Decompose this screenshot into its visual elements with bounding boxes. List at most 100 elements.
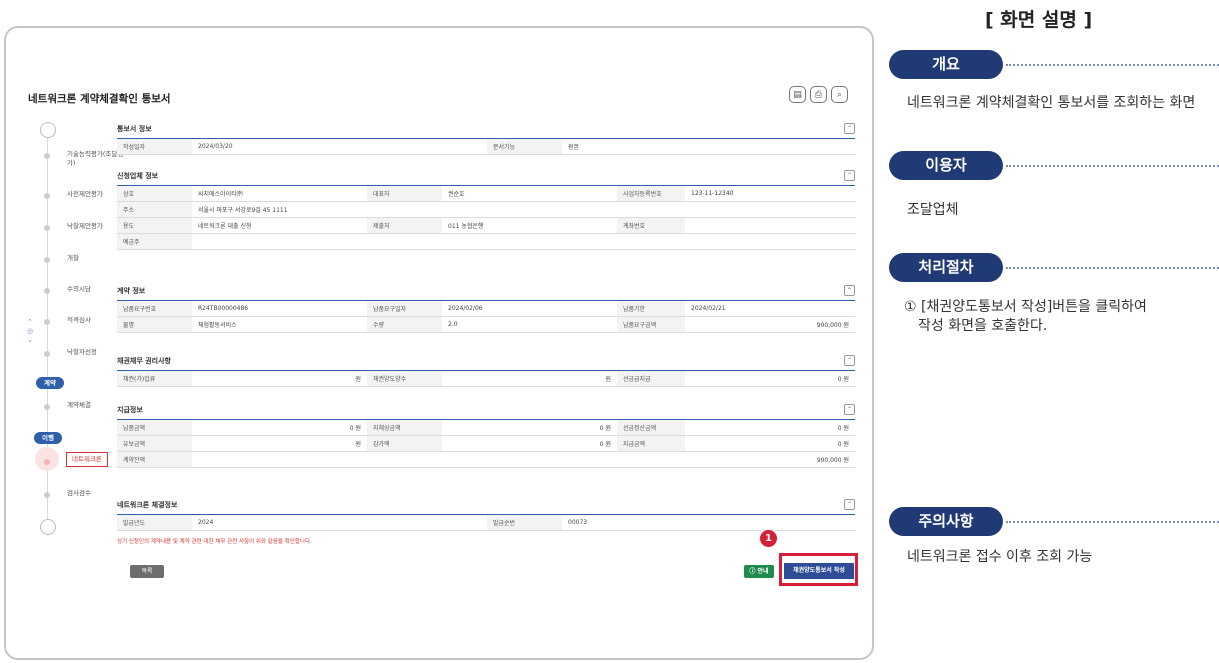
process-text-line: ① [채권양도통보서 작성]버튼을 클릭하여 <box>904 299 1147 315</box>
chevron-down-icon[interactable]: ⌄ <box>24 336 36 345</box>
active-step-label[interactable]: 네트워크론 <box>66 452 108 467</box>
table-row: 채권(가)압류 원 채권양도양수 원 선금급지급 0 원 <box>117 370 855 387</box>
write-assignment-notice-button[interactable]: 채권양도통보서 작성 <box>784 563 854 579</box>
dotted-divider <box>1006 64 1219 66</box>
table-cell: 0 원 <box>685 435 855 452</box>
table-cell: 납품요구번호 <box>117 300 192 317</box>
step-dot <box>44 492 50 498</box>
table-cell: 서울시 마포구 서강로9길 45 1111 <box>192 201 855 218</box>
mouse-icon: ◎ <box>26 327 34 335</box>
step-item[interactable]: 사전제안평가 <box>44 190 125 199</box>
step-scroll-control[interactable]: ⌃ ◎ ⌄ <box>24 318 36 345</box>
table-cell: 발급년도 <box>117 514 192 531</box>
table-cell: 채권양도양수 <box>367 370 442 387</box>
table-cell: 채권(가)압류 <box>117 370 192 387</box>
section-title: 네트워크론 체결정보 <box>117 501 178 509</box>
table-cell: 수량 <box>367 316 442 333</box>
table-cell <box>192 233 855 250</box>
table-cell: 작성일자 <box>117 138 192 155</box>
loan-confirm-note: 상기 신청인의 계약내용 및 계약 관련 대한 채무 관련 사항이 위와 같음을… <box>117 539 312 545</box>
table-cell: 주소 <box>117 201 192 218</box>
table-cell: 납품금액 <box>117 419 192 436</box>
dotted-divider <box>1006 165 1219 167</box>
table-cell: 권순호 <box>442 185 617 202</box>
section-loan: 네트워크론 체결정보 ⌃ 발급년도 2024 발급순번 00073 상기 신청인… <box>117 499 855 545</box>
section-rights: 채권채무 권리사항 ⌃ 채권(가)압류 원 채권양도양수 원 선금급지급 0 원 <box>117 355 855 387</box>
step-item[interactable]: 계약체결 <box>44 401 125 410</box>
table-row: 작성일자 2024/03/20 문서기능 원본 <box>117 138 855 155</box>
step-item[interactable]: 검사검수 <box>44 489 125 498</box>
table-cell: 제출처 <box>367 217 442 234</box>
company-table: 상호 씨지에스아이티㈜ 대표자 권순호 사업자등록번호 123-11-12340… <box>117 185 855 250</box>
process-text: ① [채권양도통보서 작성]버튼을 클릭하여 작성 화면을 호출한다. <box>904 298 1219 336</box>
step-item[interactable]: 기술능력평가(조달평가) <box>44 150 125 168</box>
print-icon[interactable]: ⎙ <box>810 86 827 103</box>
step-number-badge: 1 <box>760 530 777 547</box>
section-title: 통보서 정보 <box>117 125 152 133</box>
phase-badge-contract: 계약 <box>36 377 64 389</box>
step-item-active[interactable] <box>44 456 50 465</box>
collapse-icon[interactable]: ⌃ <box>844 499 855 510</box>
section-title: 채권채무 권리사항 <box>117 357 171 365</box>
print-preview-icon[interactable]: ▤ <box>789 86 806 103</box>
contract-table: 납품요구번호 R24TB00000486 납품요구일자 2024/02/06 납… <box>117 300 855 333</box>
table-cell: 지급금액 <box>617 435 685 452</box>
table-cell: 0 원 <box>442 419 617 436</box>
table-cell: 2024/02/06 <box>442 300 617 317</box>
chevron-up-icon[interactable]: ⌃ <box>24 318 36 327</box>
step-label: 검사검수 <box>67 489 91 497</box>
steps-end-circle <box>40 519 56 535</box>
table-row: 계약잔액 900,000 원 <box>117 451 855 468</box>
section-title: 신청업체 정보 <box>117 172 159 180</box>
step-dot <box>44 459 50 465</box>
table-cell: 2024/03/20 <box>192 138 487 155</box>
page-title: 네트워크론 계약체결확인 통보서 <box>28 93 171 105</box>
top-icon-group: ▤ ⎙ ⌕ <box>789 86 848 103</box>
table-cell: 대표자 <box>367 185 442 202</box>
table-cell: 0 원 <box>442 435 617 452</box>
user-label: 이용자 <box>889 151 1003 180</box>
zoom-icon[interactable]: ⌕ <box>831 86 848 103</box>
step-dot <box>44 404 50 410</box>
collapse-icon[interactable]: ⌃ <box>844 285 855 296</box>
table-cell: 선금급지급 <box>617 370 685 387</box>
table-cell: 상호 <box>117 185 192 202</box>
step-item[interactable]: 개찰 <box>44 254 125 263</box>
collapse-icon[interactable]: ⌃ <box>844 123 855 134</box>
phase-badge-performance: 이행 <box>34 432 62 444</box>
steps-start-circle <box>40 122 56 138</box>
overview-label: 개요 <box>889 50 1003 79</box>
section-title: 지급정보 <box>117 406 143 414</box>
step-dot <box>44 153 50 159</box>
table-cell: 발급순번 <box>487 514 562 531</box>
table-row: 용도 네트워크론 대출 신청 제출처 011 농협은행 계좌번호 <box>117 217 855 234</box>
step-item[interactable]: 적격심사 <box>44 316 125 325</box>
collapse-icon[interactable]: ⌃ <box>844 170 855 181</box>
loan-table: 발급년도 2024 발급순번 00073 <box>117 514 855 531</box>
step-dot <box>44 193 50 199</box>
table-cell: 계좌번호 <box>617 217 685 234</box>
table-row: 납품금액 0 원 지체상금액 0 원 선금정산금액 0 원 <box>117 419 855 436</box>
process-text-line: 작성 화면을 호출한다. <box>918 318 1048 334</box>
step-label: 개찰 <box>67 254 79 262</box>
process-label: 처리절차 <box>889 253 1003 282</box>
step-item[interactable]: 낙찰제안평가 <box>44 222 125 231</box>
collapse-icon[interactable]: ⌃ <box>844 404 855 415</box>
table-cell: 납품요구금액 <box>617 316 685 333</box>
table-cell: 선금정산금액 <box>617 419 685 436</box>
collapse-icon[interactable]: ⌃ <box>844 355 855 366</box>
step-dot <box>44 225 50 231</box>
table-cell: 네트워크론 대출 신청 <box>192 217 367 234</box>
help-button[interactable]: ⓘ 안내 <box>744 565 774 578</box>
table-cell: 납품기한 <box>617 300 685 317</box>
table-cell: 2.0 <box>442 316 617 333</box>
table-cell: 예금주 <box>117 233 192 250</box>
description-title: [ 화면 설명 ] <box>985 9 1093 31</box>
table-cell: 용도 <box>117 217 192 234</box>
table-cell: R24TB00000486 <box>192 300 367 317</box>
list-button[interactable]: 목록 <box>130 565 164 578</box>
step-item[interactable]: 낙찰자선정 <box>44 348 125 357</box>
table-cell: 계약잔액 <box>117 451 192 468</box>
user-text: 조달업체 <box>907 202 959 218</box>
step-item[interactable]: 수의시담 <box>44 285 125 294</box>
